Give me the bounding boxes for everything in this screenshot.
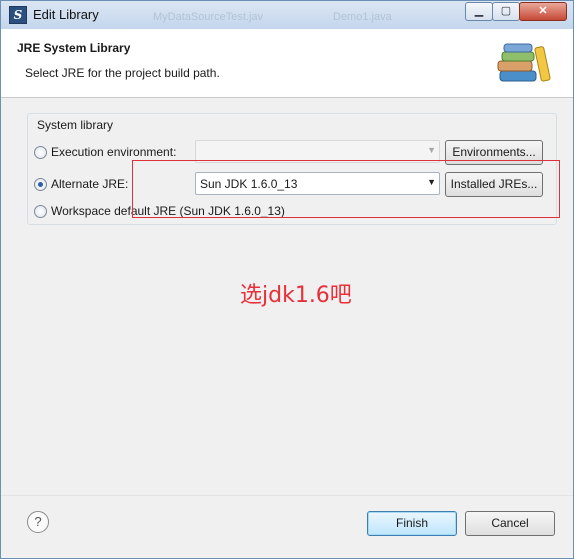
execution-environment-radio[interactable] bbox=[34, 146, 47, 159]
minimize-button[interactable]: ▁ bbox=[465, 2, 493, 21]
execution-environment-label: Execution environment: bbox=[51, 145, 177, 159]
close-icon: ✕ bbox=[538, 5, 548, 17]
cancel-button[interactable]: Cancel bbox=[465, 511, 555, 536]
header-title: JRE System Library bbox=[17, 41, 131, 55]
chevron-down-icon: ▼ bbox=[427, 145, 436, 155]
title-bar: S Edit Library MyDataSourceTest.jav Demo… bbox=[1, 1, 573, 29]
background-tab-title: Demo1.java bbox=[333, 11, 392, 23]
annotation-text: 选jdk1.6吧 bbox=[240, 283, 352, 308]
close-button[interactable]: ✕ bbox=[519, 2, 567, 21]
dialog-header: JRE System Library Select JRE for the pr… bbox=[1, 29, 573, 98]
minimize-icon: ▁ bbox=[474, 5, 484, 17]
header-description: Select JRE for the project build path. bbox=[25, 66, 220, 80]
footer-separator bbox=[1, 495, 573, 496]
window-title: Edit Library bbox=[33, 7, 99, 22]
eclipse-s-icon: S bbox=[9, 6, 27, 24]
maximize-icon: ▢ bbox=[500, 5, 512, 17]
group-label: System library bbox=[35, 118, 116, 132]
books-icon bbox=[497, 43, 551, 82]
highlight-box bbox=[132, 160, 560, 218]
help-icon[interactable]: ? bbox=[27, 511, 49, 533]
alternate-jre-radio[interactable] bbox=[34, 178, 47, 191]
finish-button[interactable]: Finish bbox=[367, 511, 457, 536]
maximize-button[interactable]: ▢ bbox=[492, 2, 520, 21]
workspace-default-radio[interactable] bbox=[34, 205, 47, 218]
edit-library-dialog: S Edit Library MyDataSourceTest.jav Demo… bbox=[0, 0, 574, 559]
alternate-jre-label: Alternate JRE: bbox=[51, 177, 129, 191]
background-tab-title: MyDataSourceTest.jav bbox=[153, 11, 264, 23]
